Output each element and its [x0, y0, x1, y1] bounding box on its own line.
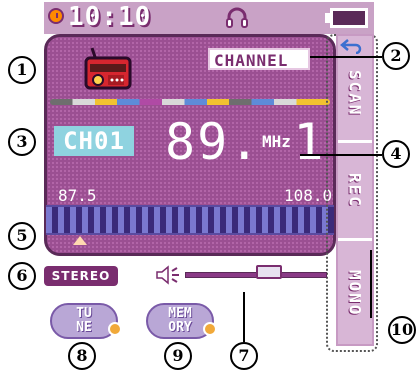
callout-4: 4: [382, 140, 410, 168]
channel-label: CHANNEL: [208, 48, 310, 70]
tuning-scale[interactable]: [46, 205, 334, 235]
callout-5: 5: [8, 222, 36, 250]
channel-badge: CH01: [54, 126, 134, 156]
frequency-display: 89. 1: [165, 113, 326, 171]
callout-7: 7: [230, 342, 258, 370]
mono-tab[interactable]: MONO: [338, 242, 372, 344]
mono-label: MONO: [345, 269, 365, 317]
headphones-icon: [226, 7, 248, 28]
range-max: 108.0: [284, 186, 333, 205]
callout-9: 9: [164, 342, 192, 370]
stereo-badge: STEREO: [44, 266, 118, 286]
back-arrow-icon[interactable]: [340, 38, 362, 54]
clock-icon: [48, 8, 64, 24]
tune-button[interactable]: TU NE: [50, 303, 118, 339]
speaker-icon: [156, 265, 179, 285]
rec-tab[interactable]: REC: [338, 144, 372, 236]
battery-icon: [330, 8, 368, 28]
callout-10: 10: [388, 316, 416, 344]
memory-indicator-icon: [203, 322, 217, 336]
callout-2: 2: [382, 42, 410, 70]
scan-tab[interactable]: SCAN: [338, 48, 372, 138]
callout-3: 3: [8, 128, 36, 156]
callout-1: 1: [8, 56, 36, 84]
radio-icon: [84, 47, 132, 90]
rec-label: REC: [345, 172, 365, 208]
callout-6: 6: [8, 262, 36, 290]
frequency-unit: MHz: [262, 132, 291, 151]
leader-line-10: [370, 250, 372, 318]
volume-slider-thumb[interactable]: [256, 265, 282, 279]
leader-line-2: [310, 56, 382, 58]
tune-label: TU NE: [76, 306, 92, 335]
leader-line-4: [300, 154, 382, 156]
tune-indicator-icon: [108, 322, 122, 336]
divider: [50, 99, 330, 105]
clock-time: 10:10: [68, 2, 152, 32]
range-min: 87.5: [58, 186, 97, 205]
callout-8: 8: [68, 342, 96, 370]
memory-label: MEM ORY: [168, 306, 192, 335]
tab-separator: [338, 140, 372, 143]
leader-line-7: [243, 292, 245, 342]
scan-label: SCAN: [345, 69, 365, 117]
side-menu: SCAN REC MONO: [336, 34, 374, 346]
tuning-marker[interactable]: [73, 236, 87, 245]
tab-separator: [338, 238, 372, 241]
